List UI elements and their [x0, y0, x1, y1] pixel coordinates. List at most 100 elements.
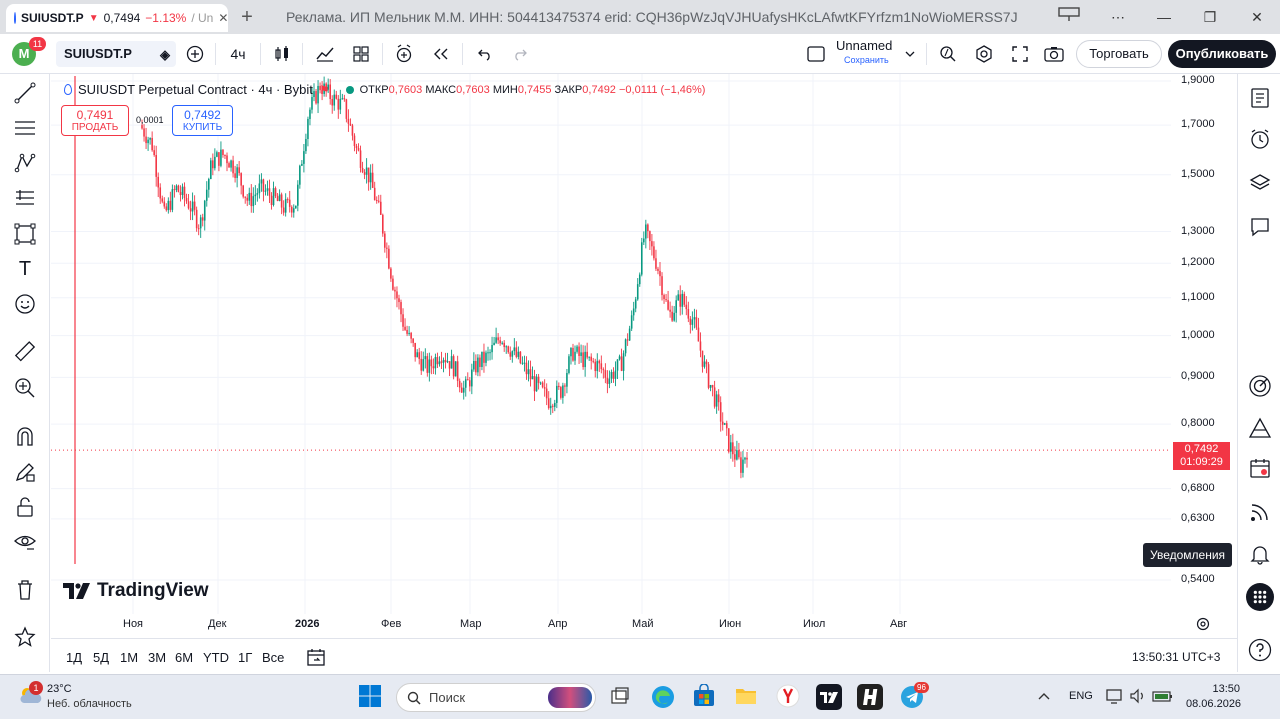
chevron-down-icon[interactable] [902, 42, 918, 66]
zoom-in-icon[interactable] [12, 375, 38, 401]
ruler-measure-icon[interactable] [12, 339, 38, 365]
flag-icon[interactable]: ⚑ [319, 83, 330, 97]
indicators-icon[interactable] [313, 42, 337, 66]
range-6m-button[interactable]: 6М [175, 650, 193, 665]
calendar-icon[interactable] [1246, 454, 1274, 482]
candle-body [497, 337, 499, 341]
restore-button[interactable]: ❐ [1196, 6, 1224, 28]
input-language[interactable]: ENG [1069, 690, 1093, 702]
compare-symbol-icon[interactable] [184, 42, 206, 66]
weather-description[interactable]: Неб. облачность [47, 698, 132, 710]
close-window-button[interactable]: ✕ [1243, 6, 1271, 28]
trade-button[interactable]: Торговать [1076, 40, 1162, 68]
candle-body [671, 311, 673, 321]
taskbar-search-input[interactable]: Поиск [396, 683, 596, 712]
range-1y-button[interactable]: 1Г [238, 650, 252, 665]
candle-body [491, 344, 493, 353]
task-view-icon[interactable] [608, 684, 634, 710]
camera-snapshot-icon[interactable] [1042, 42, 1066, 66]
timeframe-button[interactable]: 4ч [226, 42, 250, 66]
new-tab-button[interactable]: + [236, 6, 258, 28]
browser-tab[interactable]: SUIUSDT.P ▼ 0,7494 −1.13% / Un ✕ [6, 4, 228, 32]
redo-icon[interactable] [508, 42, 532, 66]
weather-temperature[interactable]: 23°C [47, 683, 72, 695]
collections-icon[interactable] [1055, 6, 1083, 28]
notifications-bell-icon[interactable] [1246, 540, 1274, 568]
range-ytd-button[interactable]: YTD [203, 650, 229, 665]
forecast-tools-icon[interactable] [12, 185, 38, 211]
alarm-clock-icon[interactable] [1246, 125, 1274, 153]
goto-date-calendar-icon[interactable] [306, 647, 326, 672]
range-1d-button[interactable]: 1Д [66, 650, 82, 665]
pattern-icon[interactable] [12, 150, 38, 176]
candle-body [207, 178, 210, 190]
network-icon[interactable] [1106, 688, 1124, 709]
layout-save-link[interactable]: Сохранить [844, 55, 889, 65]
tab-close-icon[interactable]: ✕ [218, 11, 228, 25]
candles-chart-type-icon[interactable] [270, 42, 294, 66]
range-3m-button[interactable]: 3М [148, 650, 166, 665]
layers-icon[interactable] [1246, 169, 1274, 197]
ideas-pyramid-icon[interactable] [1246, 414, 1274, 442]
browser-menu-button[interactable]: ⋯ [1104, 6, 1132, 28]
axis-settings-icon[interactable] [1196, 617, 1210, 636]
horizontal-lines-icon[interactable] [12, 115, 38, 141]
replay-icon[interactable] [429, 42, 453, 66]
fullscreen-icon[interactable] [1008, 42, 1032, 66]
candle-body [725, 423, 728, 429]
range-all-button[interactable]: Все [262, 650, 284, 665]
quick-search-icon[interactable] [936, 42, 960, 66]
layout-name[interactable]: Unnamed [836, 39, 892, 53]
layout-grid-icon[interactable] [349, 42, 373, 66]
range-1m-button[interactable]: 1М [120, 650, 138, 665]
time-zone-clock[interactable]: 13:50:31 UTC+3 [1132, 650, 1220, 664]
file-explorer-icon[interactable] [734, 684, 760, 710]
alert-add-icon[interactable] [393, 42, 417, 66]
minimize-button[interactable]: — [1150, 6, 1178, 28]
eye-visibility-icon[interactable] [12, 529, 38, 555]
chat-icon[interactable] [1246, 213, 1274, 241]
candle-body [349, 123, 352, 126]
windows-start-icon[interactable] [358, 684, 384, 710]
news-feed-icon[interactable] [1246, 498, 1274, 526]
emoji-smile-icon[interactable] [12, 291, 38, 317]
candle-body [377, 200, 380, 202]
app-h-icon[interactable] [857, 684, 883, 710]
microsoft-store-icon[interactable] [692, 683, 718, 710]
help-question-icon[interactable] [1246, 636, 1274, 664]
trendline-icon[interactable] [12, 80, 38, 106]
show-hidden-icons-chevron-icon[interactable] [1037, 689, 1051, 707]
candle-body [301, 163, 303, 166]
tradingview-logo[interactable]: TradingView [63, 580, 209, 602]
layout-icon[interactable] [805, 42, 827, 66]
candle-body [270, 195, 273, 206]
apps-grid-icon[interactable] [1246, 583, 1274, 611]
watchlist-icon[interactable] [1246, 84, 1274, 112]
chart-pane[interactable] [51, 74, 1237, 638]
publish-button[interactable]: Опубликовать [1168, 40, 1276, 68]
yandex-browser-icon[interactable] [776, 684, 802, 710]
range-5d-button[interactable]: 5Д [93, 650, 109, 665]
rectangle-shape-icon[interactable] [12, 221, 38, 247]
symbol-search-button[interactable]: SUIUSDT.P ◈ [56, 41, 176, 67]
undo-icon[interactable] [473, 42, 497, 66]
favorites-star-icon[interactable] [12, 624, 38, 650]
candle-body [574, 351, 576, 361]
text-tool-icon[interactable]: T [12, 256, 38, 282]
candle-body [292, 208, 295, 213]
sell-button[interactable]: 0,7491 ПРОДАТЬ [61, 105, 129, 136]
hotlists-target-icon[interactable] [1246, 372, 1274, 400]
stay-in-drawing-mode-icon[interactable] [12, 459, 38, 485]
tradingview-app-icon[interactable] [816, 684, 842, 710]
trash-icon[interactable] [12, 577, 38, 603]
battery-icon[interactable] [1152, 689, 1174, 708]
volume-speaker-icon[interactable] [1129, 688, 1147, 709]
system-clock[interactable]: 13:50 08.06.2026 [1186, 682, 1241, 712]
edge-browser-icon[interactable] [650, 684, 676, 710]
candle-body [529, 369, 532, 380]
legend-title[interactable]: SUIUSDT Perpetual Contract · 4ч · Bybit [78, 82, 313, 97]
magnet-icon[interactable] [12, 423, 38, 449]
buy-button[interactable]: 0,7492 КУПИТЬ [172, 105, 233, 136]
settings-gear-icon[interactable] [972, 42, 996, 66]
lock-drawings-icon[interactable] [12, 494, 38, 520]
